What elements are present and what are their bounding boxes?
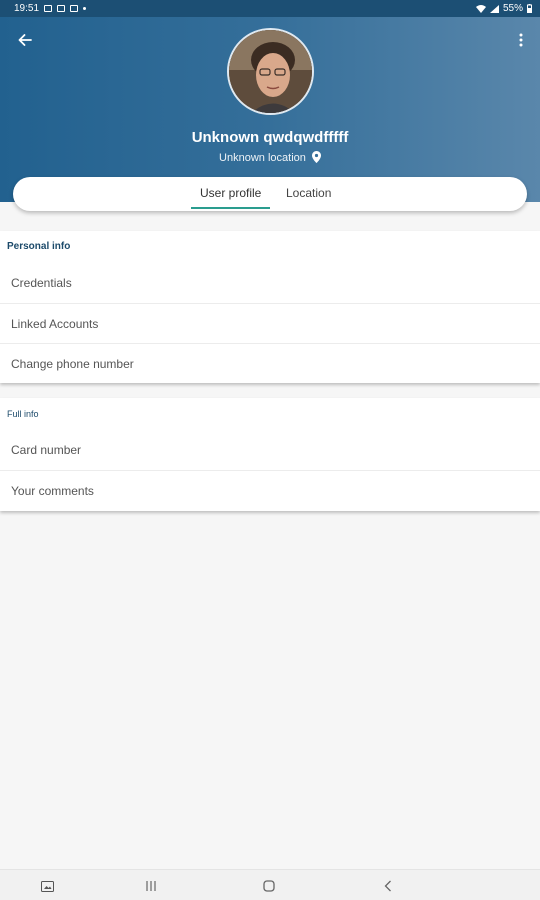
screenshot-button[interactable] [37, 876, 57, 896]
profile-tabs: User profile Location [13, 177, 527, 211]
status-time: 19:51 [14, 3, 40, 14]
signal-icon [489, 4, 499, 13]
battery-percent: 55% [502, 3, 523, 14]
recent-apps-button[interactable] [141, 876, 161, 896]
list-item-card-number[interactable]: Card number [0, 430, 540, 470]
personal-info-title: Personal info [7, 241, 71, 252]
system-back-button[interactable] [378, 876, 398, 896]
profile-name: Unknown qwdqwdfffff [191, 129, 349, 146]
wifi-icon [475, 4, 486, 13]
avatar-photo [229, 30, 312, 113]
battery-icon [527, 4, 532, 13]
list-item-credentials[interactable]: Credentials [0, 263, 540, 303]
arrow-left-icon [18, 34, 32, 46]
profile-location-text: Unknown location [219, 152, 306, 164]
more-notifications-icon [83, 7, 87, 10]
system-nav-bar [0, 869, 540, 900]
profile-location[interactable]: Unknown location [0, 151, 540, 164]
list-item-linked-accounts[interactable]: Linked Accounts [0, 303, 540, 343]
full-info-title: Full info [7, 409, 39, 419]
list-item-your-comments[interactable]: Your comments [0, 470, 540, 510]
profile-header: Unknown qwdqwdfffff Unknown location [0, 17, 540, 202]
active-tab-indicator [191, 207, 270, 209]
tab-location[interactable]: Location [286, 186, 331, 200]
screenshot-icon [40, 880, 54, 892]
tab-user-profile[interactable]: User profile [200, 186, 261, 200]
list-item-change-phone[interactable]: Change phone number [0, 343, 540, 383]
recents-icon [146, 881, 156, 891]
home-button[interactable] [259, 876, 279, 896]
app-notification-icon [70, 5, 79, 12]
message-notification-icon [57, 5, 66, 12]
personal-info-card: Personal info Credentials Linked Account… [0, 231, 540, 383]
avatar[interactable] [227, 28, 314, 115]
overflow-menu-button[interactable] [514, 29, 528, 51]
more-vertical-icon [519, 33, 523, 47]
back-button[interactable] [14, 29, 36, 51]
location-pin-icon [311, 151, 321, 163]
chevron-left-icon [384, 880, 391, 892]
full-info-card: Full info Card number Your comments [0, 398, 540, 511]
home-icon [263, 880, 275, 892]
status-bar: 19:51 55% [0, 0, 540, 17]
image-notification-icon [44, 5, 53, 12]
